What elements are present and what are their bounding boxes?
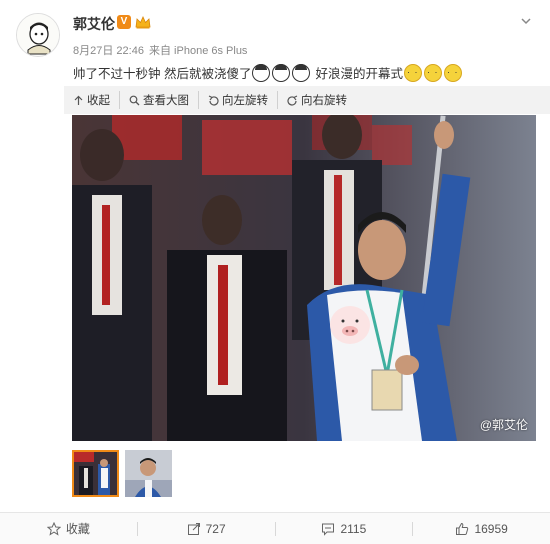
post-date[interactable]: 8月27日 22:46 bbox=[73, 45, 144, 57]
cat-emoji-icon bbox=[424, 63, 442, 82]
thumbnail-2[interactable] bbox=[125, 450, 172, 497]
rotate-left-icon bbox=[208, 95, 219, 106]
collapse-button[interactable]: 收起 bbox=[64, 91, 120, 109]
image-watermark: @郭艾伦 bbox=[479, 418, 528, 432]
post-text-part1: 帅了不过十秒钟 然后就被浇傻了 bbox=[73, 67, 252, 81]
post-text: 帅了不过十秒钟 然后就被浇傻了 好浪漫的开幕式 bbox=[73, 63, 463, 82]
collapse-icon bbox=[74, 95, 83, 105]
comment-icon bbox=[322, 523, 335, 536]
rotate-left-button[interactable]: 向左旋转 bbox=[199, 91, 278, 109]
verified-badge: V bbox=[117, 15, 131, 29]
post-image[interactable]: @郭艾伦 bbox=[72, 115, 536, 441]
repost-count: 727 bbox=[205, 521, 226, 536]
thumbnail-strip bbox=[72, 450, 172, 497]
girl-emoji-icon bbox=[252, 63, 271, 82]
like-button[interactable]: 16959 bbox=[413, 522, 550, 536]
view-full-image-button[interactable]: 查看大图 bbox=[120, 91, 199, 109]
post-meta: 8月27日 22:46 来自 iPhone 6s Plus bbox=[73, 42, 247, 58]
repost-icon bbox=[187, 522, 200, 535]
crown-icon bbox=[135, 14, 151, 30]
repost-button[interactable]: 727 bbox=[138, 522, 275, 536]
image-toolbar: 收起 查看大图 向左旋转 向右旋转 bbox=[64, 86, 550, 114]
comment-button[interactable]: 2115 bbox=[276, 522, 413, 536]
collapse-label: 收起 bbox=[87, 95, 110, 107]
girl-emoji-icon bbox=[272, 63, 291, 82]
thumbnail-1[interactable] bbox=[72, 450, 119, 497]
favorite-button[interactable]: 收藏 bbox=[0, 520, 137, 537]
view-full-image-label: 查看大图 bbox=[143, 95, 189, 107]
star-icon bbox=[46, 521, 61, 536]
magnifier-icon bbox=[129, 95, 140, 105]
favorite-label: 收藏 bbox=[65, 522, 90, 536]
comment-count: 2115 bbox=[340, 521, 367, 536]
rotate-right-button[interactable]: 向右旋转 bbox=[278, 91, 356, 109]
user-name[interactable]: 郭艾伦 bbox=[73, 14, 115, 34]
cat-emoji-icon bbox=[444, 63, 462, 82]
post-source: 来自 iPhone 6s Plus bbox=[149, 45, 248, 57]
post-text-part2: 好浪漫的开幕式 bbox=[315, 67, 403, 81]
opening-ceremony-photo bbox=[72, 115, 536, 441]
action-bar: 收藏 727 2115 16959 bbox=[0, 512, 550, 544]
cat-emoji-icon bbox=[404, 63, 422, 82]
thumb-up-icon bbox=[456, 522, 469, 535]
rotate-left-label: 向左旋转 bbox=[222, 95, 268, 107]
avatar[interactable] bbox=[16, 13, 60, 57]
rotate-right-label: 向右旋转 bbox=[301, 95, 347, 107]
girl-emoji-icon bbox=[292, 63, 311, 82]
like-count: 16959 bbox=[474, 521, 508, 536]
rotate-right-icon bbox=[287, 95, 298, 106]
more-icon[interactable] bbox=[520, 14, 532, 26]
